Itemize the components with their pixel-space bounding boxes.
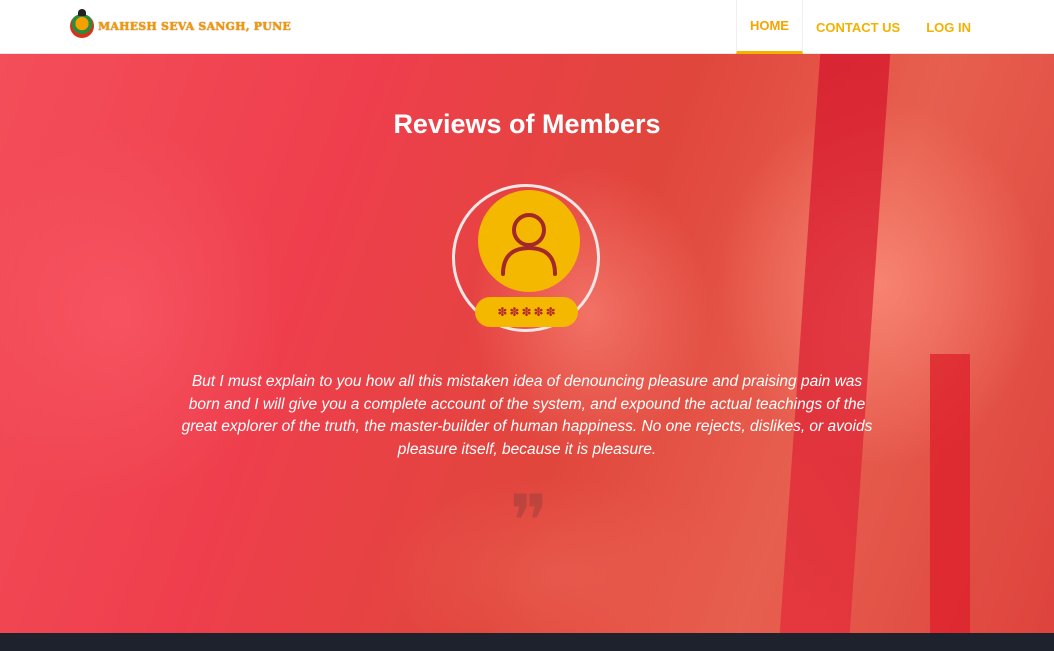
- star-rating: ✽ ✽ ✽ ✽ ✽: [475, 297, 578, 327]
- user-icon: [501, 213, 557, 276]
- main-nav: HOME CONTACT US LOG IN: [735, 0, 1054, 54]
- brand[interactable]: MAHESH SEVA SANGH, PUNE: [70, 9, 291, 40]
- site-header: MAHESH SEVA SANGH, PUNE HOME CONTACT US …: [0, 0, 1054, 54]
- section-title: Reviews of Members: [393, 109, 661, 139]
- star-icon: ✽: [533, 305, 544, 319]
- star-icon: ✽: [497, 305, 508, 319]
- temple-logo-icon: [70, 9, 94, 38]
- star-icon: ✽: [545, 305, 556, 319]
- nav-home-link[interactable]: HOME: [735, 0, 803, 54]
- avatar-circle: [478, 190, 580, 292]
- nav-login-link[interactable]: LOG IN: [913, 0, 984, 54]
- quote-icon: ❞: [509, 479, 549, 563]
- member-avatar: ✽ ✽ ✽ ✽ ✽: [452, 184, 600, 332]
- star-icon: ✽: [521, 305, 532, 319]
- star-icon: ✽: [509, 305, 520, 319]
- brand-name: MAHESH SEVA SANGH, PUNE: [98, 19, 291, 33]
- review-text: But I must explain to you how all this m…: [181, 373, 873, 458]
- nav-contact-link[interactable]: CONTACT US: [803, 0, 913, 54]
- footer-strip: [0, 633, 1054, 651]
